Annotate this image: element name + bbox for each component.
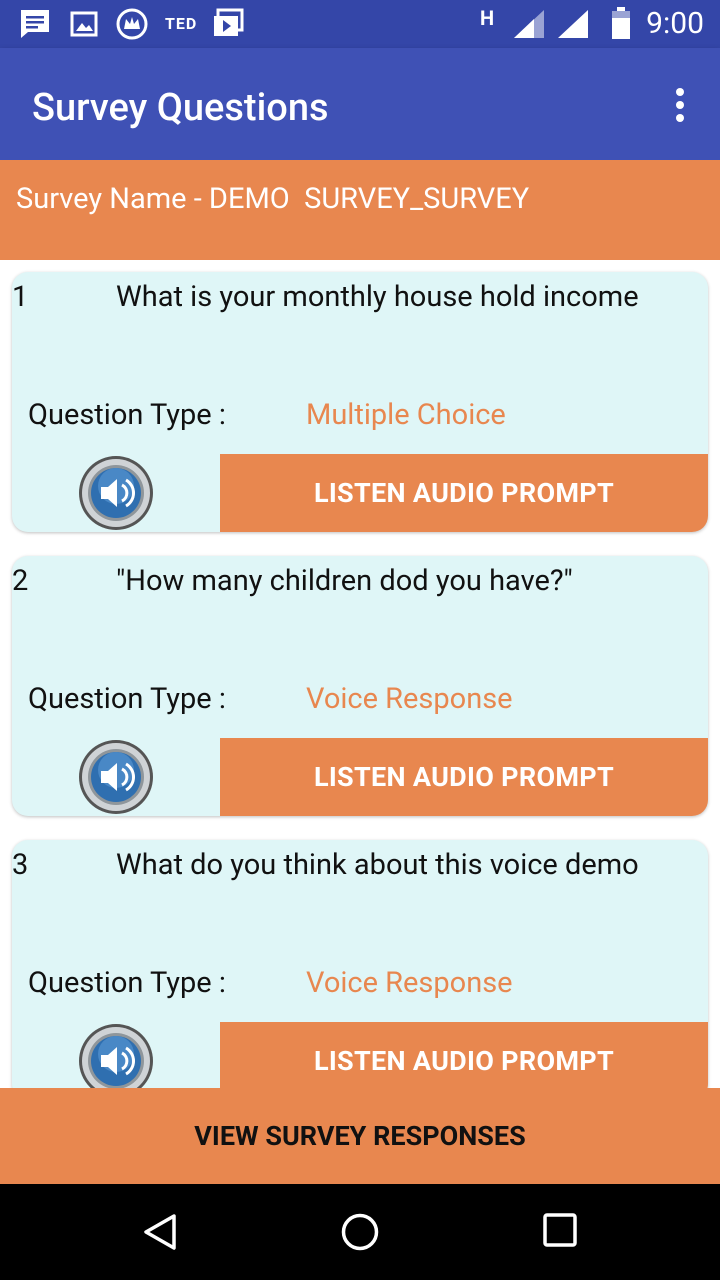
back-icon[interactable] <box>140 1212 180 1252</box>
overflow-menu-icon[interactable] <box>676 88 684 127</box>
speaker-icon[interactable] <box>77 738 155 816</box>
question-number: 2 <box>12 564 29 598</box>
listen-audio-prompt-button[interactable]: LISTEN AUDIO PROMPT <box>220 454 708 532</box>
image-icon <box>70 11 98 37</box>
survey-name: Survey Name - DEMO SURVEY_SURVEY <box>16 182 530 216</box>
message-icon <box>21 10 49 38</box>
listen-audio-prompt-button[interactable]: LISTEN AUDIO PROMPT <box>220 1022 708 1088</box>
app-bar: Survey Questions <box>0 48 720 160</box>
question-list[interactable]: 1 What is your monthly house hold income… <box>0 260 720 1088</box>
signal-icon <box>514 10 544 38</box>
question-card: 1 What is your monthly house hold income… <box>12 272 708 532</box>
status-bar: TED H 9:00 <box>0 0 720 48</box>
navigation-bar <box>0 1184 720 1280</box>
question-number: 1 <box>12 280 29 314</box>
battery-icon <box>612 7 630 39</box>
question-type-label: Question Type : <box>28 398 226 432</box>
survey-banner: Survey Name - DEMO SURVEY_SURVEY <box>0 160 720 260</box>
question-card: 3 What do you think about this voice dem… <box>12 840 708 1088</box>
clock: 9:00 <box>646 6 704 41</box>
ted-icon: TED <box>165 14 198 33</box>
recents-icon[interactable] <box>542 1212 578 1248</box>
question-number: 3 <box>12 848 29 882</box>
question-text: What is your monthly house hold income <box>116 280 639 314</box>
network-type-label: H <box>480 6 495 30</box>
question-type-value: Multiple Choice <box>306 398 506 432</box>
question-type-value: Voice Response <box>306 682 513 716</box>
crown-icon <box>116 8 148 40</box>
question-text: What do you think about this voice demo <box>116 848 639 882</box>
question-card: 2 "How many children dod you have?" Ques… <box>12 556 708 816</box>
home-icon[interactable] <box>340 1212 380 1252</box>
question-type-value: Voice Response <box>306 966 513 1000</box>
speaker-icon[interactable] <box>77 1022 155 1088</box>
page-title: Survey Questions <box>32 86 329 130</box>
speaker-icon[interactable] <box>77 454 155 532</box>
question-type-label: Question Type : <box>28 682 226 716</box>
listen-audio-prompt-button[interactable]: LISTEN AUDIO PROMPT <box>220 738 708 816</box>
signal-icon <box>558 10 588 38</box>
question-text: "How many children dod you have?" <box>116 564 573 598</box>
view-survey-responses-button[interactable]: VIEW SURVEY RESPONSES <box>0 1088 720 1184</box>
video-icon <box>214 8 244 36</box>
question-type-label: Question Type : <box>28 966 226 1000</box>
